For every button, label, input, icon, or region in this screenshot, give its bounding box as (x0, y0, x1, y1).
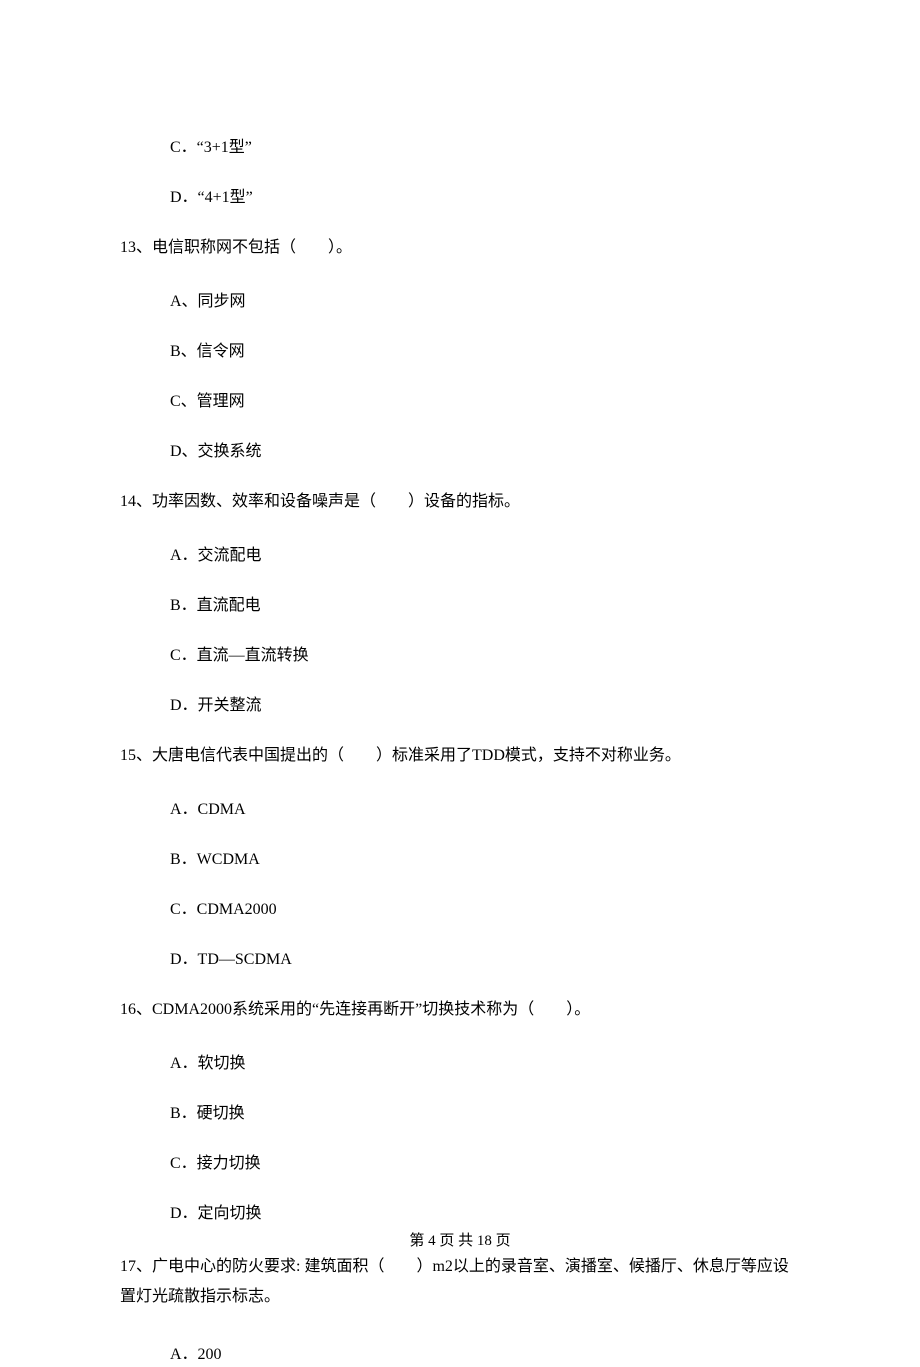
question-15-option-b: B．WCDMA (170, 848, 800, 872)
question-15: 15、大唐电信代表中国提出的（ ）标准采用了TDD模式，支持不对称业务。 (120, 744, 800, 768)
question-15-option-c: C．CDMA2000 (170, 898, 800, 922)
question-13-option-b: B、信令网 (170, 340, 800, 364)
question-14-option-b: B．直流配电 (170, 594, 800, 618)
question-16-option-b: B．硬切换 (170, 1102, 800, 1126)
question-16: 16、CDMA2000系统采用的“先连接再断开”切换技术称为（ ）。 (120, 998, 800, 1022)
question-14-option-a: A．交流配电 (170, 544, 800, 568)
question-13-option-a: A、同步网 (170, 290, 800, 314)
question-13: 13、电信职称网不包括（ ）。 (120, 236, 800, 260)
question-15-option-a: A．CDMA (170, 798, 800, 822)
question-12-option-c: C．“3+1型” (170, 136, 800, 160)
question-14: 14、功率因数、效率和设备噪声是（ ）设备的指标。 (120, 490, 800, 514)
question-15-option-d: D．TD—SCDMA (170, 948, 800, 972)
question-14-option-c: C．直流—直流转换 (170, 644, 800, 668)
question-12-option-d: D．“4+1型” (170, 186, 800, 210)
question-16-option-d: D．定向切换 (170, 1202, 800, 1226)
question-17: 17、广电中心的防火要求: 建筑面积（ ）m2以上的录音室、演播室、候播厅、休息… (120, 1252, 800, 1313)
question-16-option-a: A．软切换 (170, 1052, 800, 1076)
question-13-option-c: C、管理网 (170, 390, 800, 414)
question-14-option-d: D．开关整流 (170, 694, 800, 718)
document-page: C．“3+1型” D．“4+1型” 13、电信职称网不包括（ ）。 A、同步网 … (0, 0, 920, 1302)
question-13-option-d: D、交换系统 (170, 440, 800, 464)
page-footer: 第 4 页 共 18 页 (0, 1229, 920, 1250)
question-17-option-a: A．200 (170, 1343, 800, 1367)
question-16-option-c: C．接力切换 (170, 1152, 800, 1176)
